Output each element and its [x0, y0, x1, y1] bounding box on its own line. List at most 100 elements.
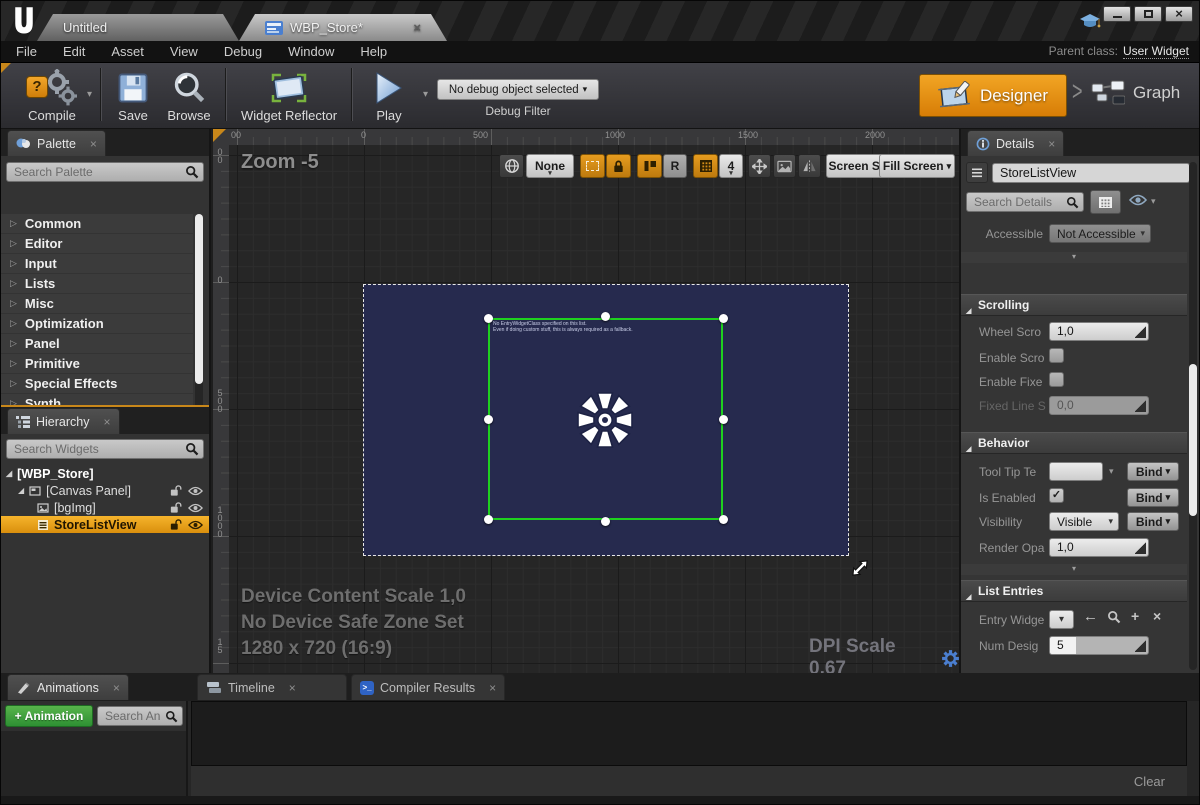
- grid-size-dropdown[interactable]: 4 ▾: [719, 154, 743, 178]
- visibility-dropdown[interactable]: Visible ▾: [1049, 512, 1119, 531]
- clear-button[interactable]: Clear: [1134, 774, 1165, 789]
- resize-handle-middle-left[interactable]: [484, 415, 493, 424]
- tab-compiler-results[interactable]: >_ Compiler Results ×: [351, 674, 505, 700]
- expander-icon[interactable]: ◢: [18, 486, 24, 495]
- tree-item-bgimg[interactable]: [bgImg]: [1, 499, 209, 516]
- preview-language-dropdown[interactable]: None ▾: [526, 154, 574, 178]
- parent-class-value[interactable]: User Widget: [1123, 44, 1189, 59]
- collapsed-arrow-icon[interactable]: ▷: [10, 338, 17, 349]
- palette-search[interactable]: [6, 162, 204, 182]
- details-search-input[interactable]: [974, 195, 1066, 209]
- menu-item[interactable]: Help: [360, 44, 387, 59]
- resize-handle-bottom-center[interactable]: [601, 517, 610, 526]
- add-element-plus-icon[interactable]: +: [1131, 608, 1139, 624]
- enable-scroll-checkbox[interactable]: [1049, 348, 1064, 363]
- toggle-dashed-outlines-button[interactable]: [580, 154, 605, 178]
- entry-widget-class-dropdown[interactable]: ▾: [1049, 610, 1074, 629]
- transform-mode-button[interactable]: [748, 154, 771, 178]
- tree-item-wbp-store[interactable]: ◢ [WBP_Store]: [1, 465, 209, 482]
- tab-hierarchy[interactable]: Hierarchy ×: [7, 408, 120, 434]
- palette-category[interactable]: ▷ Optimization: [1, 314, 193, 333]
- collapsed-arrow-icon[interactable]: ▷: [10, 278, 17, 289]
- menu-item[interactable]: Asset: [111, 44, 144, 59]
- palette-category[interactable]: ▷ Lists: [1, 274, 193, 293]
- dpi-settings-gear-icon[interactable]: [942, 650, 959, 667]
- widget-reflector-button[interactable]: Widget Reflector: [233, 68, 345, 123]
- play-options-caret-icon[interactable]: ▾: [423, 89, 428, 100]
- palette-category[interactable]: ▷ Common: [1, 214, 193, 233]
- visibility-eye-icon[interactable]: [188, 503, 203, 513]
- close-icon[interactable]: ×: [90, 137, 97, 151]
- debug-object-dropdown[interactable]: No debug object selected ▾: [437, 79, 599, 100]
- menu-item[interactable]: File: [16, 44, 37, 59]
- menu-item[interactable]: Window: [288, 44, 334, 59]
- compile-button[interactable]: ? Compile: [11, 68, 93, 123]
- browse-button[interactable]: Browse: [159, 68, 219, 123]
- fill-screen-dropdown[interactable]: Fill Screen ▾: [879, 154, 955, 178]
- enable-fixed-checkbox[interactable]: [1049, 372, 1064, 387]
- wheel-scroll-spinbox[interactable]: 1,0: [1049, 322, 1149, 341]
- num-designer-preview-spinbox[interactable]: 5: [1049, 636, 1149, 655]
- view-options-eye-icon[interactable]: [1129, 194, 1147, 206]
- resize-handle-middle-right[interactable]: [719, 415, 728, 424]
- tab-details[interactable]: Details ×: [967, 130, 1064, 156]
- add-animation-button[interactable]: + Animation: [5, 705, 93, 727]
- advanced-expander[interactable]: ▾: [961, 252, 1187, 263]
- respect-locks-button[interactable]: R: [663, 154, 687, 178]
- close-icon[interactable]: ×: [489, 681, 496, 695]
- snap-widget-button[interactable]: [637, 154, 662, 178]
- palette-category[interactable]: ▷ Panel: [1, 334, 193, 353]
- animations-search[interactable]: [97, 706, 183, 726]
- visibility-bind-button[interactable]: Bind▾: [1127, 512, 1179, 531]
- preview-background-button[interactable]: [773, 154, 796, 178]
- hierarchy-search[interactable]: [6, 439, 204, 459]
- collapsed-arrow-icon[interactable]: ▷: [10, 238, 17, 249]
- resize-handle-bottom-right[interactable]: [719, 515, 728, 524]
- palette-category[interactable]: ▷ Misc: [1, 294, 193, 313]
- tooltip-bind-button[interactable]: Bind▾: [1127, 462, 1179, 481]
- save-button[interactable]: Save: [107, 68, 159, 123]
- use-selected-arrow-icon[interactable]: ←: [1083, 608, 1098, 625]
- tab-untitled[interactable]: Untitled: [37, 14, 239, 41]
- details-scrollbar-thumb[interactable]: [1189, 364, 1197, 516]
- is-enabled-checkbox[interactable]: ✓: [1049, 488, 1064, 503]
- close-icon[interactable]: ×: [104, 415, 111, 429]
- property-matrix-button[interactable]: [1090, 190, 1121, 214]
- hierarchy-search-input[interactable]: [14, 442, 185, 456]
- lock-open-icon[interactable]: [170, 518, 182, 531]
- menu-item[interactable]: Debug: [224, 44, 262, 59]
- lock-open-icon[interactable]: [170, 501, 182, 514]
- widget-name-field[interactable]: [992, 163, 1190, 183]
- close-icon[interactable]: ×: [1048, 137, 1055, 151]
- close-icon[interactable]: ×: [289, 681, 296, 695]
- collapsed-arrow-icon[interactable]: ▷: [10, 298, 17, 309]
- collapsed-arrow-icon[interactable]: ▷: [10, 218, 17, 229]
- section-list-entries[interactable]: ◢ List Entries: [961, 580, 1187, 602]
- tree-item-storelistview-selected[interactable]: StoreListView: [1, 516, 209, 533]
- collapsed-arrow-icon[interactable]: ▷: [10, 258, 17, 269]
- tab-palette[interactable]: Palette ×: [7, 130, 106, 156]
- palette-category[interactable]: ▷ Input: [1, 254, 193, 273]
- close-icon[interactable]: ×: [113, 681, 120, 695]
- flip-preview-button[interactable]: [798, 154, 821, 178]
- designer-mode-button[interactable]: Designer: [919, 74, 1067, 117]
- chevron-down-icon[interactable]: ▾: [1109, 466, 1114, 477]
- menu-item[interactable]: View: [170, 44, 198, 59]
- is-enabled-bind-button[interactable]: Bind▾: [1127, 488, 1179, 507]
- tutorial-cap-icon[interactable]: [1079, 13, 1101, 31]
- render-opacity-spinbox[interactable]: 1,0: [1049, 538, 1149, 557]
- palette-search-input[interactable]: [14, 165, 185, 179]
- minimize-button[interactable]: [1103, 6, 1131, 22]
- resize-handle-top-left[interactable]: [484, 314, 493, 323]
- compiler-results-output[interactable]: [191, 701, 1187, 766]
- tab-animations[interactable]: Animations ×: [7, 674, 129, 700]
- collapsed-arrow-icon[interactable]: ▷: [10, 378, 17, 389]
- graph-mode-button[interactable]: Graph: [1091, 80, 1180, 106]
- tab-close-icon[interactable]: ×: [413, 20, 421, 35]
- expander-icon[interactable]: ◢: [6, 469, 12, 478]
- visibility-eye-icon[interactable]: [188, 486, 203, 496]
- collapsed-arrow-icon[interactable]: ▷: [10, 318, 17, 329]
- palette-category[interactable]: ▷ Primitive: [1, 354, 193, 373]
- resize-handle-top-right[interactable]: [719, 314, 728, 323]
- accessible-dropdown[interactable]: Not Accessible ▾: [1049, 224, 1151, 243]
